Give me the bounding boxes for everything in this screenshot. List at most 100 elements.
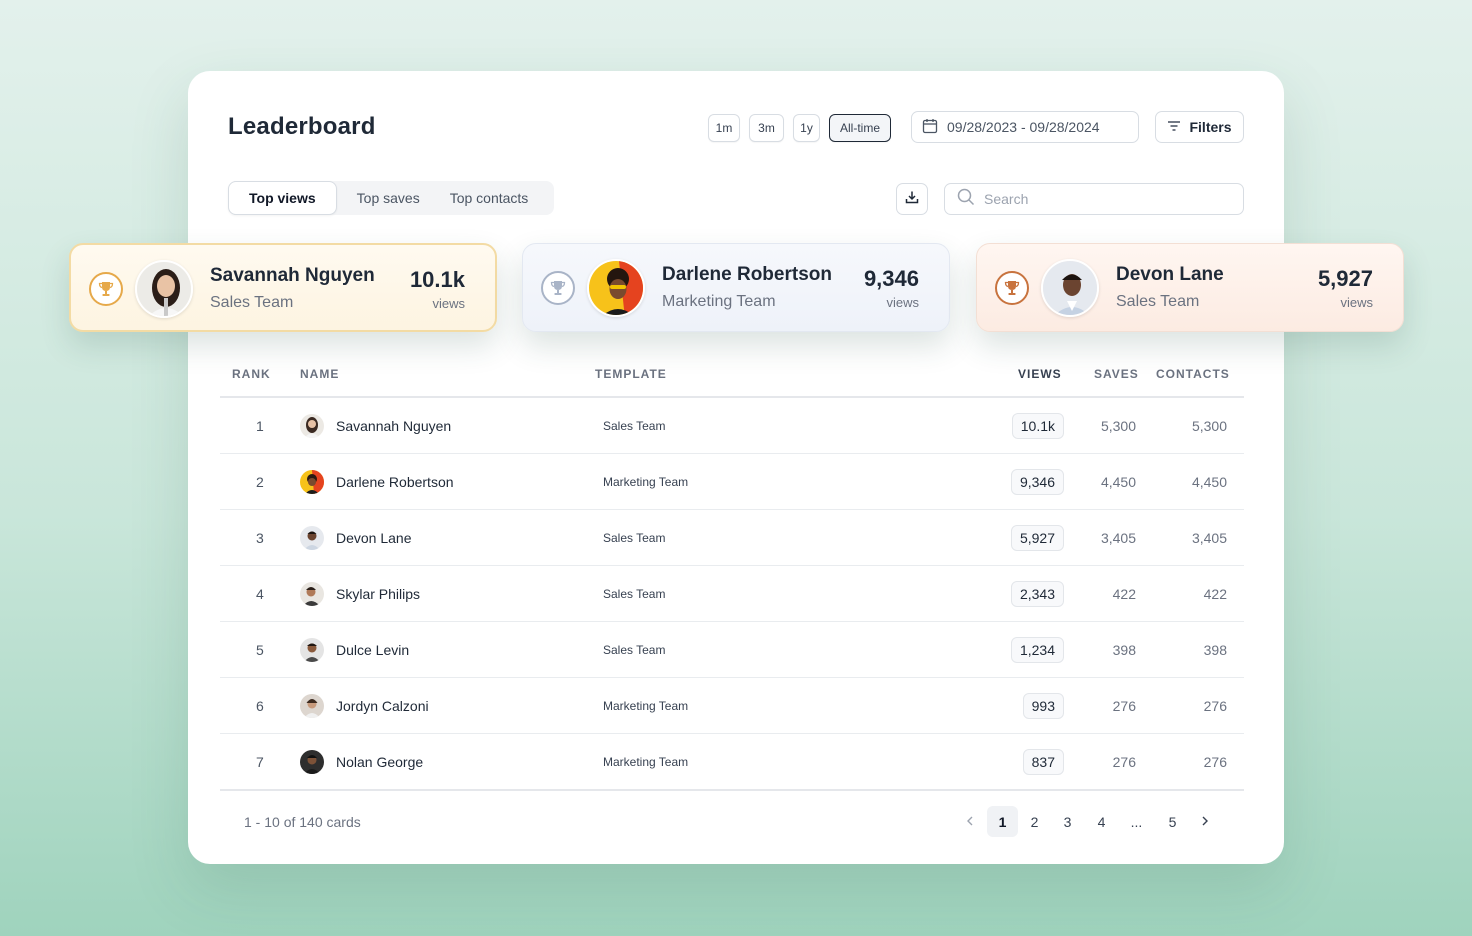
avatar — [1041, 259, 1099, 317]
filters-button[interactable]: Filters — [1155, 111, 1244, 143]
row-template: Sales Team — [603, 419, 666, 433]
row-views-badge: 2,343 — [1010, 581, 1064, 607]
row-rank: 1 — [256, 418, 264, 434]
column-saves[interactable]: SAVES — [1094, 367, 1139, 381]
column-views[interactable]: VIEWS — [1018, 367, 1062, 381]
row-template: Marketing Team — [603, 699, 689, 713]
period-1y-button[interactable]: 1y — [793, 114, 820, 142]
column-contacts[interactable]: CONTACTS — [1156, 367, 1230, 381]
podium-card-first[interactable]: Savannah Nguyen Sales Team 10.1k views — [69, 243, 497, 332]
page-5-button[interactable]: 5 — [1159, 806, 1186, 837]
page-ellipsis: ... — [1130, 813, 1143, 830]
table-row[interactable]: 2 Darlene Robertson Marketing Team 9,346… — [220, 454, 1244, 510]
podium-views-unit: views — [1340, 295, 1373, 310]
table-row[interactable]: 1 Savannah Nguyen Sales Team 10.1k 5,300… — [220, 398, 1244, 454]
calendar-icon — [922, 118, 938, 137]
podium-card-third[interactable]: Devon Lane Sales Team 5,927 views — [976, 243, 1404, 332]
period-all-time-button[interactable]: All-time — [829, 114, 891, 142]
download-icon — [905, 190, 919, 209]
row-views-badge: 9,346 — [1010, 469, 1064, 495]
tab-top-views[interactable]: Top views — [228, 181, 337, 215]
filters-label: Filters — [1189, 119, 1232, 135]
column-template: TEMPLATE — [595, 367, 667, 381]
row-contacts: 276 — [1203, 754, 1227, 770]
prev-page-button[interactable] — [958, 806, 982, 837]
page-2-button[interactable]: 2 — [1021, 806, 1048, 837]
row-contacts: 4,450 — [1191, 474, 1227, 490]
row-rank: 3 — [256, 530, 264, 546]
podium-name: Darlene Robertson — [662, 264, 832, 285]
date-range-picker[interactable]: 09/28/2023 - 09/28/2024 — [911, 111, 1139, 143]
row-rank: 7 — [256, 754, 264, 770]
leaderboard-tabs: Top views Top saves Top contacts — [228, 181, 554, 215]
column-name: NAME — [300, 367, 340, 381]
row-rank: 6 — [256, 698, 264, 714]
period-1m-button[interactable]: 1m — [708, 114, 740, 142]
row-saves: 398 — [1112, 642, 1136, 658]
table-header: RANK NAME TEMPLATE VIEWS SAVES CONTACTS — [220, 365, 1244, 398]
leaderboard-panel: Leaderboard 1m 3m 1y All-time 09/28/2023… — [188, 71, 1284, 864]
trophy-icon — [89, 272, 123, 306]
table-row[interactable]: 7 Nolan George Marketing Team 837 276 27… — [220, 734, 1244, 790]
row-contacts: 398 — [1203, 642, 1227, 658]
page-3-button[interactable]: 3 — [1054, 806, 1081, 837]
avatar — [300, 414, 324, 438]
next-page-button[interactable] — [1193, 806, 1217, 837]
podium-team: Sales Team — [210, 294, 294, 311]
avatar — [135, 260, 193, 318]
row-name[interactable]: Devon Lane — [336, 530, 412, 546]
search-input[interactable] — [984, 191, 1224, 207]
trophy-icon — [541, 271, 575, 305]
row-rank: 5 — [256, 642, 264, 658]
search-icon — [957, 188, 975, 211]
chevron-right-icon — [1201, 814, 1209, 830]
table-row[interactable]: 5 Dulce Levin Sales Team 1,234 398 398 — [220, 622, 1244, 678]
podium-views-unit: views — [886, 295, 919, 310]
podium-views: 10.1k — [409, 267, 465, 292]
podium-views: 5,927 — [1317, 266, 1373, 291]
avatar — [587, 259, 645, 317]
avatar — [300, 638, 324, 662]
row-saves: 276 — [1112, 754, 1136, 770]
row-name[interactable]: Jordyn Calzoni — [336, 698, 429, 714]
row-template: Sales Team — [603, 643, 666, 657]
table-row[interactable]: 6 Jordyn Calzoni Marketing Team 993 276 … — [220, 678, 1244, 734]
trophy-icon — [995, 271, 1029, 305]
row-saves: 3,405 — [1100, 530, 1136, 546]
row-name[interactable]: Darlene Robertson — [336, 474, 454, 490]
row-template: Sales Team — [603, 531, 666, 545]
podium-team: Sales Team — [1116, 293, 1200, 310]
row-views-badge: 5,927 — [1010, 525, 1064, 551]
row-name[interactable]: Skylar Philips — [336, 586, 420, 602]
tab-top-saves[interactable]: Top saves — [337, 181, 440, 215]
page-1-button[interactable]: 1 — [987, 806, 1018, 837]
row-saves: 276 — [1112, 698, 1136, 714]
podium-name: Devon Lane — [1116, 264, 1224, 285]
row-name[interactable]: Nolan George — [336, 754, 423, 770]
avatar — [300, 694, 324, 718]
filter-icon — [1167, 119, 1181, 135]
podium-card-second[interactable]: Darlene Robertson Marketing Team 9,346 v… — [522, 243, 950, 332]
row-views-badge: 837 — [1022, 749, 1064, 775]
row-name[interactable]: Savannah Nguyen — [336, 418, 451, 434]
download-button[interactable] — [896, 183, 928, 215]
column-rank: RANK — [232, 367, 271, 381]
podium-views-unit: views — [432, 296, 465, 311]
row-contacts: 5,300 — [1191, 418, 1227, 434]
table-row[interactable]: 3 Devon Lane Sales Team 5,927 3,405 3,40… — [220, 510, 1244, 566]
table-row[interactable]: 4 Skylar Philips Sales Team 2,343 422 42… — [220, 566, 1244, 622]
row-saves: 4,450 — [1100, 474, 1136, 490]
row-saves: 422 — [1112, 586, 1136, 602]
row-views-badge: 10.1k — [1011, 413, 1064, 439]
podium-team: Marketing Team — [662, 293, 776, 310]
podium-name: Savannah Nguyen — [210, 265, 375, 286]
row-contacts: 276 — [1203, 698, 1227, 714]
date-range-text: 09/28/2023 - 09/28/2024 — [947, 119, 1100, 135]
row-name[interactable]: Dulce Levin — [336, 642, 409, 658]
period-3m-button[interactable]: 3m — [749, 114, 784, 142]
page-4-button[interactable]: 4 — [1088, 806, 1115, 837]
search-box[interactable] — [944, 183, 1244, 215]
row-views-badge: 993 — [1022, 693, 1064, 719]
row-saves: 5,300 — [1100, 418, 1136, 434]
tab-top-contacts[interactable]: Top contacts — [440, 181, 549, 215]
